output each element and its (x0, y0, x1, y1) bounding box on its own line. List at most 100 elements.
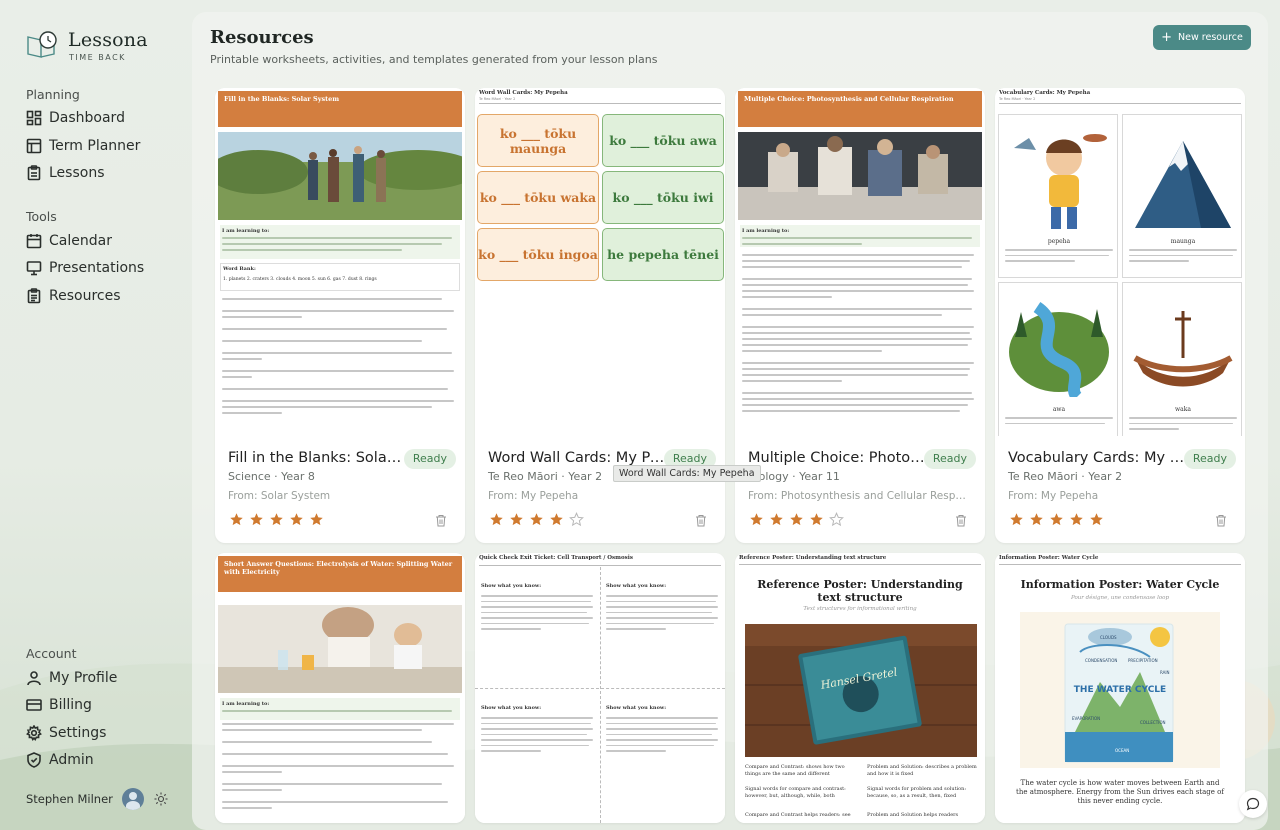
brand[interactable]: Lessona TIME BACK (26, 28, 148, 62)
sun-icon[interactable] (154, 792, 168, 806)
chat-button[interactable] (1239, 790, 1267, 818)
card-title[interactable]: Vocabulary Cards: My Pepeha (1008, 450, 1186, 466)
star-icon[interactable] (789, 512, 804, 527)
card-title[interactable]: Multiple Choice: Photosynthesis and Cell… (748, 450, 926, 466)
star-icon[interactable] (1029, 512, 1044, 527)
chat-bubble-icon (1246, 797, 1260, 811)
students-walking-photo (218, 132, 462, 220)
star-rating[interactable] (229, 512, 329, 527)
poster-title: Reference Poster: Understanding text str… (757, 578, 963, 604)
trash-icon[interactable] (1215, 514, 1227, 527)
resource-thumbnail[interactable]: Fill in the Blanks: Solar System I am le… (215, 88, 465, 436)
nav-heading-tools: Tools (26, 209, 57, 224)
star-icon[interactable] (1089, 512, 1104, 527)
resource-thumbnail[interactable]: Reference Poster: Understanding text str… (735, 553, 985, 823)
star-icon[interactable] (529, 512, 544, 527)
new-resource-label: New resource (1178, 32, 1243, 43)
star-icon[interactable] (509, 512, 524, 527)
user-row[interactable]: Stephen Milner (26, 788, 168, 810)
vocab-word: waka (1175, 406, 1191, 413)
star-icon[interactable] (749, 512, 764, 527)
resource-card[interactable]: Information Poster: Water Cycle Informat… (995, 553, 1245, 823)
resource-thumbnail[interactable]: Vocabulary Cards: My Pepeha Te Reo Māori… (995, 88, 1245, 436)
star-icon[interactable] (1049, 512, 1064, 527)
trash-icon[interactable] (695, 514, 707, 527)
sidebar-item-settings[interactable]: Settings (26, 723, 106, 743)
diagram-label: PRECIPITATION (1128, 658, 1158, 663)
sidebar-item-dashboard[interactable]: Dashboard (26, 108, 125, 128)
star-icon[interactable] (1009, 512, 1024, 527)
worksheet-header: Multiple Choice: Photosynthesis and Cell… (738, 91, 982, 127)
vocab-card: maunga (1122, 114, 1242, 278)
star-icon[interactable] (249, 512, 264, 527)
star-icon[interactable] (549, 512, 564, 527)
sidebar-item-admin[interactable]: Admin (26, 750, 94, 770)
star-icon[interactable] (289, 512, 304, 527)
sidebar-item-label: Term Planner (49, 138, 141, 154)
star-icon[interactable] (809, 512, 824, 527)
star-icon[interactable] (489, 512, 504, 527)
star-icon[interactable] (769, 512, 784, 527)
exit-ticket-prompt: Show what you know: (481, 583, 542, 589)
card-title[interactable]: Word Wall Cards: My Pepeha (488, 450, 666, 466)
poster-title: Information Poster: Water Cycle (1020, 578, 1220, 591)
worksheet-header-title: Reference Poster: Understanding text str… (739, 555, 887, 561)
new-resource-button[interactable]: + New resource (1153, 25, 1251, 50)
card-title[interactable]: Fill in the Blanks: Solar System (228, 450, 406, 466)
resource-card[interactable]: Reference Poster: Understanding text str… (735, 553, 985, 823)
worksheet-header-title: Multiple Choice: Photosynthesis and Cell… (744, 95, 954, 103)
diagram-label: CLOUDS (1100, 635, 1117, 640)
word-card: ko ___ tōku maunga (477, 114, 599, 167)
star-icon[interactable] (309, 512, 324, 527)
resource-card[interactable]: Vocabulary Cards: My Pepeha Te Reo Māori… (995, 88, 1245, 543)
sidebar: Lessona TIME BACK Planning Dashboard Ter… (0, 0, 192, 830)
star-icon[interactable] (829, 512, 844, 527)
sidebar-item-presentations[interactable]: Presentations (26, 258, 144, 278)
card-info: Vocabulary Cards: My Pepeha Ready Te Reo… (1008, 449, 1236, 502)
canoe-illustration (1133, 311, 1233, 387)
star-rating[interactable] (489, 512, 589, 527)
worksheet-header-sub: Te Reo Māori · Year 2 (999, 97, 1036, 101)
star-rating[interactable] (1009, 512, 1109, 527)
sidebar-item-label: Billing (49, 697, 92, 713)
page-subtitle: Printable worksheets, activities, and te… (210, 53, 658, 66)
sidebar-item-billing[interactable]: Billing (26, 695, 92, 715)
trash-icon[interactable] (955, 514, 967, 527)
sidebar-item-calendar[interactable]: Calendar (26, 231, 112, 251)
star-icon[interactable] (269, 512, 284, 527)
resource-card[interactable]: Quick Check Exit Ticket: Cell Transport … (475, 553, 725, 823)
sidebar-item-label: Settings (49, 725, 107, 741)
sidebar-item-lessons[interactable]: Lessons (26, 163, 105, 183)
word-bank-words: 1. planets 2. craters 3. clouds 4. moon … (223, 277, 377, 282)
star-icon[interactable] (229, 512, 244, 527)
resource-card[interactable]: Fill in the Blanks: Solar System I am le… (215, 88, 465, 543)
brand-name: Lessona (68, 28, 148, 51)
word-card: ko ___ tōku iwi (602, 171, 724, 224)
resource-thumbnail[interactable]: Information Poster: Water Cycle Informat… (995, 553, 1245, 823)
resource-card[interactable]: Multiple Choice: Photosynthesis and Cell… (735, 88, 985, 543)
resource-card[interactable]: Short Answer Questions: Electrolysis of … (215, 553, 465, 823)
worksheet-header-title: Information Poster: Water Cycle (999, 555, 1099, 561)
brand-tagline: TIME BACK (69, 52, 126, 62)
star-icon[interactable] (1069, 512, 1084, 527)
resource-thumbnail[interactable]: Short Answer Questions: Electrolysis of … (215, 553, 465, 823)
diagram-label: EVAPORATION (1072, 716, 1100, 721)
diagram-label: COLLECTION (1140, 720, 1165, 725)
star-icon[interactable] (569, 512, 584, 527)
diagram-title-text: THE WATER CYCLE (1074, 685, 1166, 695)
star-rating[interactable] (749, 512, 849, 527)
lab-photo (218, 605, 462, 693)
shield-icon (27, 752, 41, 768)
nav-heading-account: Account (26, 646, 77, 661)
resource-thumbnail[interactable]: Word Wall Cards: My Pepeha Te Reo Māori … (475, 88, 725, 436)
word-card: ko ___ tōku ingoa (477, 228, 599, 281)
avatar[interactable] (121, 788, 144, 810)
resource-thumbnail[interactable]: Multiple Choice: Photosynthesis and Cell… (735, 88, 985, 436)
resource-thumbnail[interactable]: Quick Check Exit Ticket: Cell Transport … (475, 553, 725, 823)
poster-item: Problem and Solution helps readers (867, 812, 959, 818)
card-source: From: My Pepeha (488, 490, 579, 502)
sidebar-item-my-profile[interactable]: My Profile (26, 668, 117, 688)
sidebar-item-resources[interactable]: Resources (26, 286, 121, 306)
trash-icon[interactable] (435, 514, 447, 527)
sidebar-item-term-planner[interactable]: Term Planner (26, 136, 140, 156)
